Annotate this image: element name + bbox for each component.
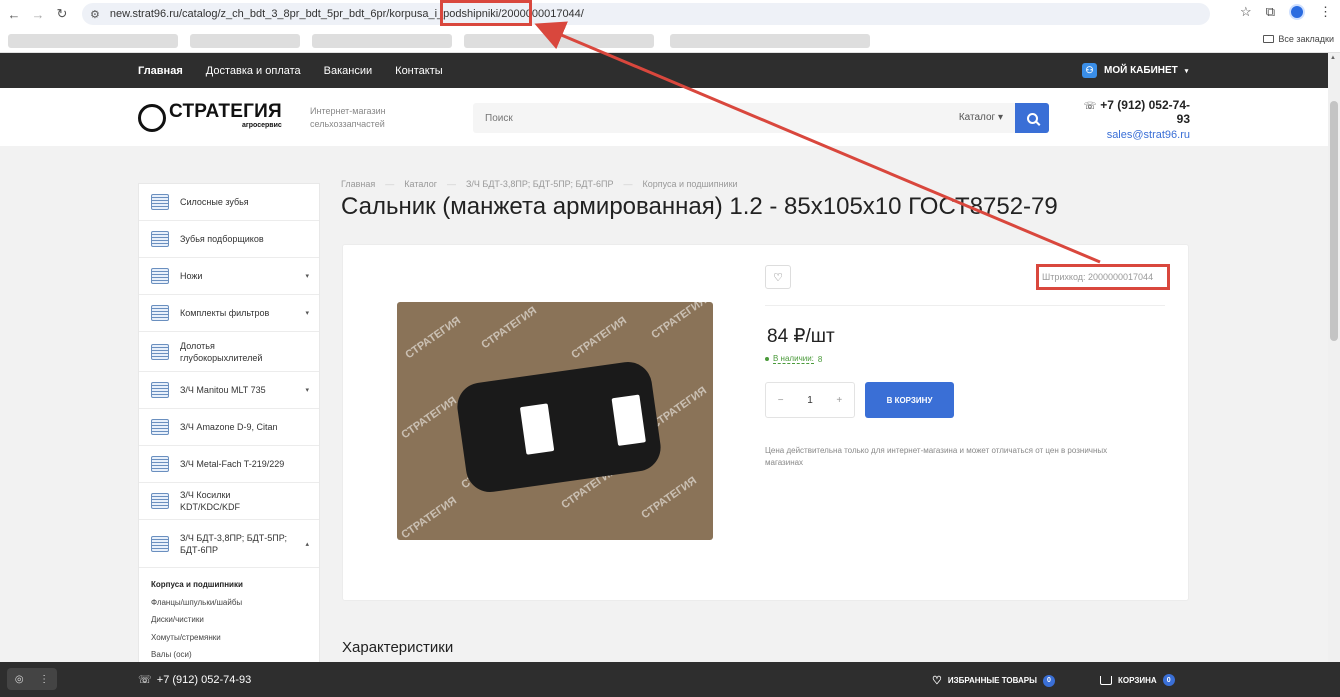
arrow-line <box>534 21 1101 264</box>
annotation-arrow <box>534 21 1101 264</box>
